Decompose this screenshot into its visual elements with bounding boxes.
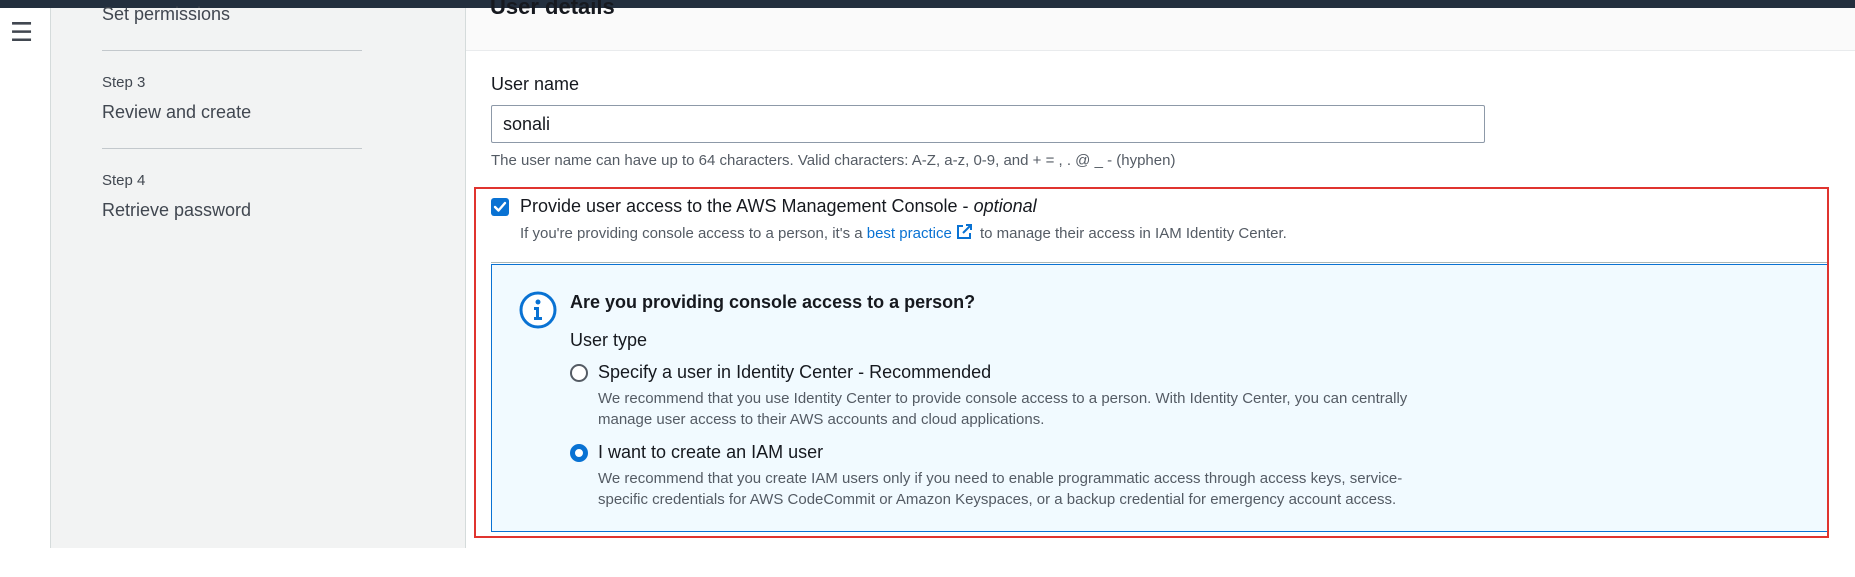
step-set-permissions[interactable]: Set permissions (102, 4, 230, 25)
external-link-icon[interactable] (955, 223, 973, 241)
identity-center-desc-line-2: manage user access to their AWS accounts… (598, 411, 1045, 428)
console-access-checkbox[interactable] (491, 198, 509, 216)
checkmark-icon (493, 201, 507, 212)
step-4-label: Step 4 (102, 172, 146, 189)
user-type-label: User type (570, 330, 648, 350)
info-icon (519, 291, 557, 329)
optional-tag: optional (973, 196, 1037, 216)
step-separator (102, 148, 362, 149)
identity-center-radio[interactable] (570, 364, 588, 382)
console-access-label[interactable]: Provide user access to the AWS Managemen… (520, 196, 1037, 217)
section-header: User details (490, 0, 615, 19)
sidebar-divider (465, 8, 466, 548)
iam-user-desc-line-1: We recommend that you create IAM users o… (598, 470, 1403, 487)
section-separator (491, 262, 1827, 263)
step-retrieve-password[interactable]: Retrieve password (102, 200, 251, 221)
menu-icon[interactable]: ☰ (10, 19, 34, 45)
iam-user-radio[interactable] (570, 444, 588, 462)
step-separator (102, 50, 362, 51)
step-review-and-create[interactable]: Review and create (102, 102, 251, 123)
identity-center-desc-line-1: We recommend that you use Identity Cente… (598, 390, 1408, 407)
iam-user-option-label[interactable]: I want to create an IAM user (598, 442, 823, 463)
username-input[interactable] (491, 105, 1485, 143)
console-access-label-text: Provide user access to the AWS Managemen… (520, 196, 974, 216)
step-3-label: Step 3 (102, 74, 146, 91)
info-title: Are you providing console access to a pe… (570, 292, 976, 312)
console-access-description: If you're providing console access to a … (520, 223, 1287, 242)
console-access-desc-before: If you're providing console access to a … (520, 225, 867, 242)
section-header-strip (466, 8, 1855, 51)
iam-user-desc-line-2: specific credentials for AWS CodeCommit … (598, 491, 1397, 508)
top-navigation-bar (0, 0, 1855, 8)
username-constraint-text: The user name can have up to 64 characte… (491, 152, 1176, 169)
identity-center-option-label[interactable]: Specify a user in Identity Center - Reco… (598, 362, 991, 383)
console-access-desc-after: to manage their access in IAM Identity C… (975, 225, 1287, 242)
username-label: User name (491, 74, 580, 94)
best-practice-link[interactable]: best practice (867, 225, 952, 242)
